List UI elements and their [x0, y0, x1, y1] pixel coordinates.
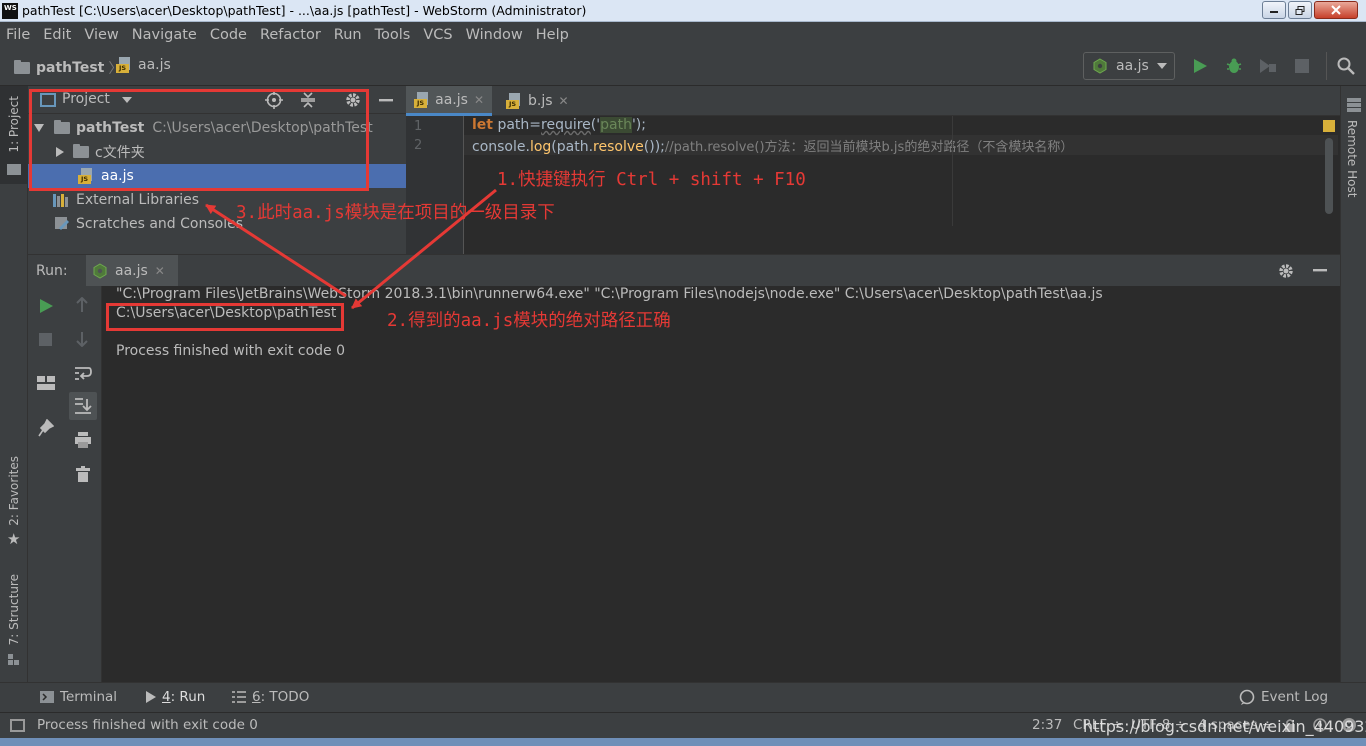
- annotation-arrows: [205, 188, 497, 310]
- annotation-text-correct-path: 2.得到的aa.js模块的绝对路径正确: [387, 311, 671, 331]
- csdn-watermark: https://blog.csdn.net/weixin_44093239: [1083, 717, 1366, 736]
- annotation-text-shortcut: 1.快捷键执行 Ctrl + shift + F10: [497, 170, 806, 190]
- annotation-text-root-level: 3.此时aa.js模块是在项目的一级目录下: [236, 203, 555, 223]
